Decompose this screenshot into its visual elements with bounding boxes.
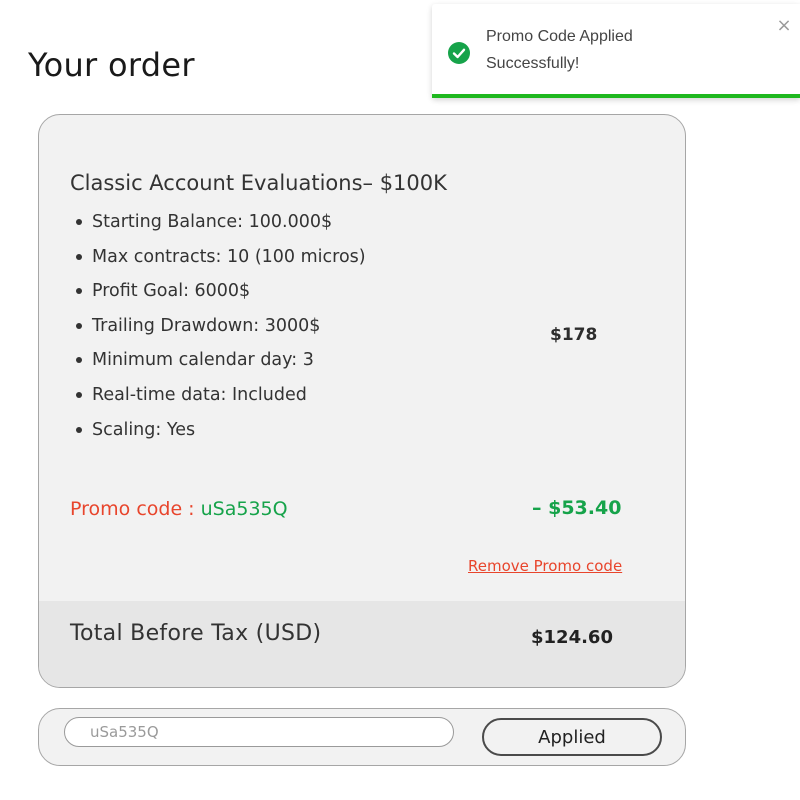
remove-promo-link[interactable]: Remove Promo code xyxy=(468,557,622,575)
order-summary-card: Classic Account Evaluations– $100K Start… xyxy=(38,114,686,688)
discount-amount: – $53.40 xyxy=(532,497,622,519)
total-row: Total Before Tax (USD) $124.60 xyxy=(39,601,685,687)
feature-item: Real-time data: Included xyxy=(70,378,366,413)
check-circle-icon xyxy=(448,42,470,64)
feature-item: Starting Balance: 100.000$ xyxy=(70,205,366,240)
feature-list: Starting Balance: 100.000$ Max contracts… xyxy=(70,205,366,447)
promo-code-input[interactable] xyxy=(64,717,454,747)
total-label: Total Before Tax (USD) xyxy=(70,621,322,646)
product-name: Classic Account Evaluations– $100K xyxy=(70,171,447,195)
toast-message-line-1: Promo Code Applied xyxy=(486,28,633,45)
promo-code-value: uSa535Q xyxy=(200,498,288,520)
toast-message-line-2: Successfully! xyxy=(486,55,580,72)
toast-progress-bar xyxy=(432,94,800,98)
feature-item: Max contracts: 10 (100 micros) xyxy=(70,240,366,275)
feature-item: Minimum calendar day: 3 xyxy=(70,343,366,378)
total-value: $124.60 xyxy=(531,627,613,648)
close-icon[interactable]: × xyxy=(774,16,794,36)
promo-code-label: Promo code : xyxy=(70,498,201,520)
feature-item: Trailing Drawdown: 3000$ xyxy=(70,309,366,344)
promo-code-row: Promo code : uSa535Q xyxy=(70,498,288,520)
apply-promo-button[interactable]: Applied xyxy=(482,718,662,756)
feature-item: Scaling: Yes xyxy=(70,413,366,448)
product-price: $178 xyxy=(550,325,598,345)
promo-code-form: Applied xyxy=(38,708,686,766)
page-title: Your order xyxy=(28,46,195,84)
toast-message: Promo Code Applied Successfully! xyxy=(486,23,746,77)
feature-item: Profit Goal: 6000$ xyxy=(70,274,366,309)
promo-success-toast: Promo Code Applied Successfully! × xyxy=(432,4,800,98)
